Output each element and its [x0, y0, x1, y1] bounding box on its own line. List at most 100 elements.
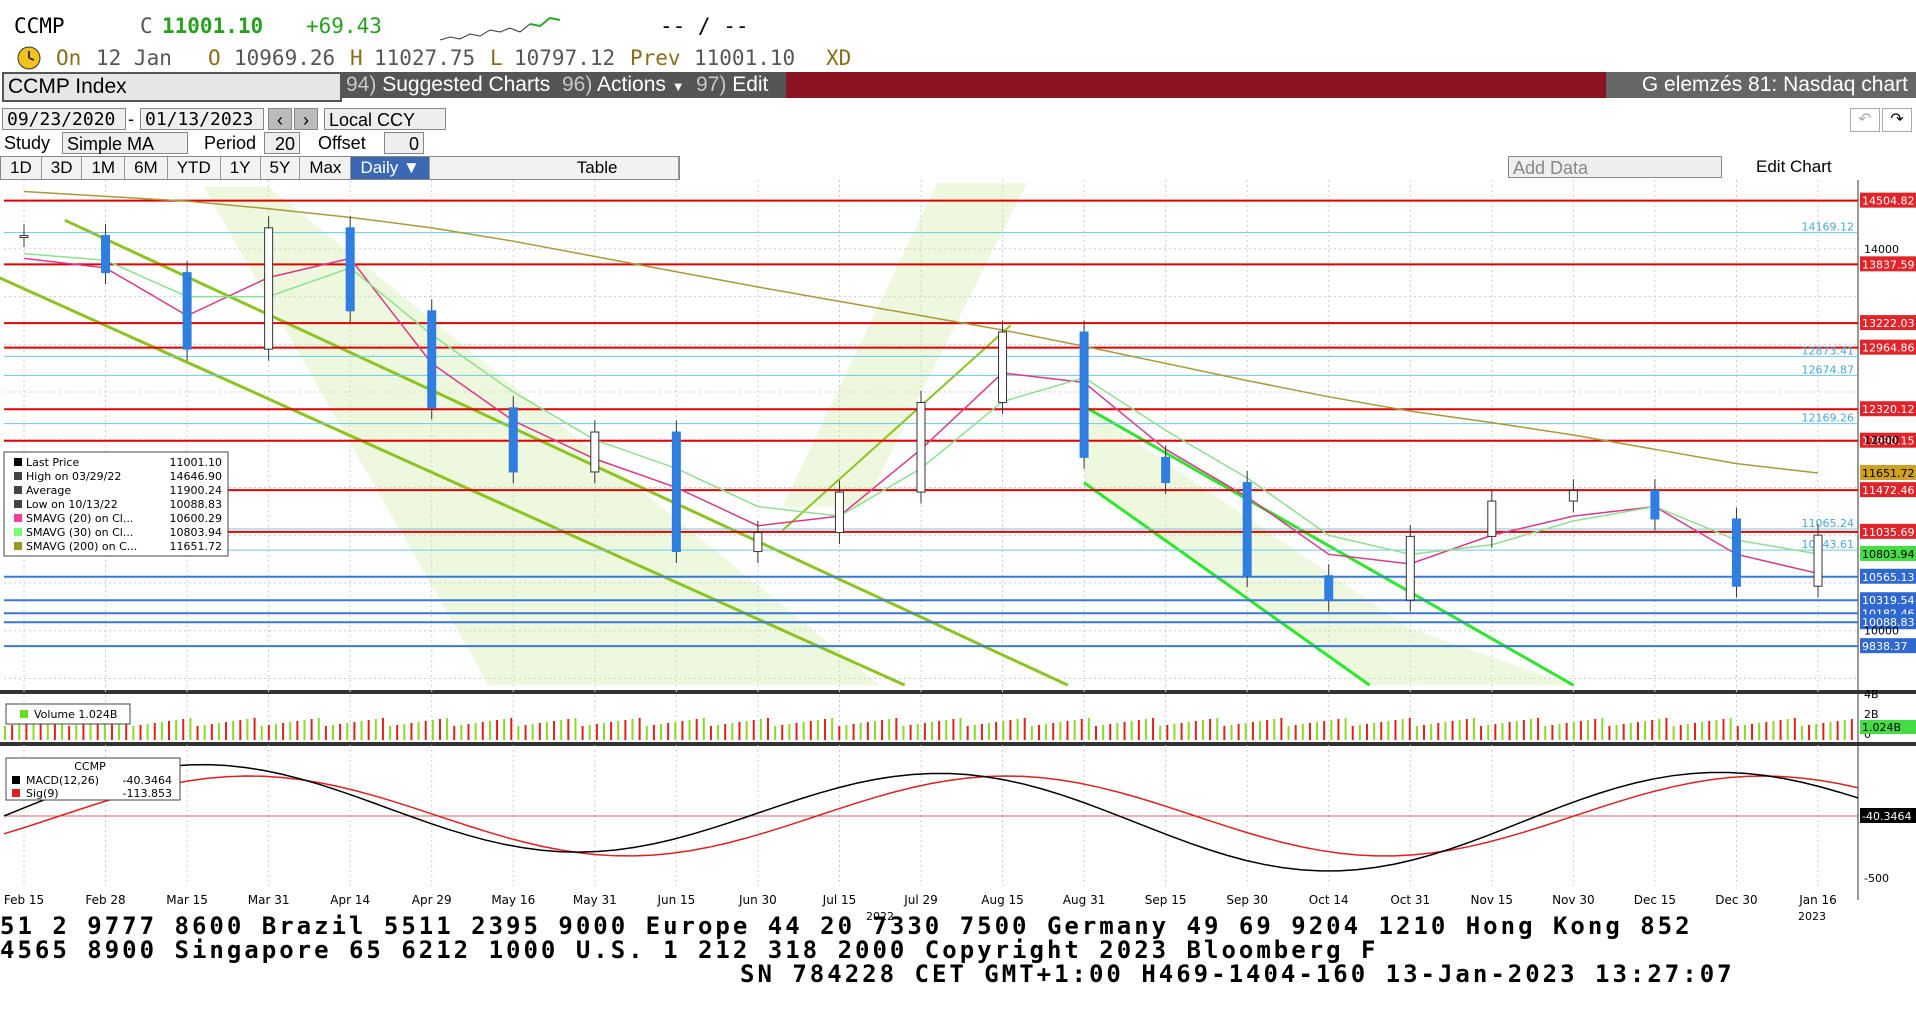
range-1y-button[interactable]: 1Y: [221, 157, 261, 179]
volume-bar: [1451, 721, 1454, 740]
volume-bar: [1430, 724, 1433, 740]
menu-number: 97): [696, 73, 727, 96]
volume-bar: [82, 724, 85, 740]
range-6m-button[interactable]: 6M: [125, 157, 168, 179]
volume-bar: [310, 719, 313, 740]
candle-body: [671, 431, 681, 553]
volume-bar: [460, 725, 463, 740]
add-data-field[interactable]: Add Data: [1508, 156, 1722, 178]
volume-bar: [1758, 723, 1761, 740]
date-tick-label: Dec 30: [1715, 893, 1757, 907]
level-tag-label: 12320.12: [1862, 403, 1915, 416]
volume-bar: [1023, 718, 1026, 740]
volume-bar: [324, 726, 327, 740]
date-tick-label: May 16: [491, 893, 535, 907]
volume-bar: [816, 720, 819, 740]
start-date-field[interactable]: 09/23/2020: [2, 108, 126, 130]
edit-chart-button[interactable]: Edit Chart: [1756, 156, 1832, 178]
volume-bar: [339, 724, 342, 740]
volume-bar: [18, 724, 21, 740]
candle-body: [1813, 534, 1823, 587]
volume-bar: [139, 725, 142, 740]
range-ytd-button[interactable]: YTD: [168, 157, 221, 179]
actions-button[interactable]: 96) Actions ▼: [556, 72, 696, 98]
volume-bar: [895, 718, 898, 740]
volume-bar: [631, 719, 634, 740]
range-3d-button[interactable]: 3D: [42, 157, 83, 179]
prev-arrow-button[interactable]: ‹: [268, 108, 292, 130]
volume-bar: [567, 719, 570, 740]
volume-bar: [931, 722, 933, 740]
volume-bar: [866, 722, 869, 740]
volume-bar: [660, 724, 663, 740]
volume-bar: [759, 719, 762, 740]
date-tick-label: Apr 14: [330, 893, 370, 907]
volume-bar: [1537, 718, 1540, 740]
volume-bar: [610, 722, 613, 740]
candle-body: [182, 272, 192, 350]
date-tick-label: Nov 30: [1552, 893, 1595, 907]
volume-bar: [1230, 725, 1233, 740]
volume-bar: [1708, 721, 1711, 740]
level-tag-label: 9838.37: [1862, 640, 1908, 653]
footer-line-3: SN 784228 CET GMT+1:00 H469-1404-160 13-…: [740, 960, 1735, 988]
table-button[interactable]: Table: [568, 157, 679, 179]
volume-bar: [873, 721, 876, 740]
volume-bar: [1615, 725, 1618, 740]
volume-bar: [410, 723, 413, 740]
legend-swatch: [14, 458, 22, 466]
volume-bar: [89, 723, 92, 740]
volume-bar: [1380, 722, 1383, 740]
volume-bar: [1052, 723, 1055, 740]
prev-label: Prev: [630, 46, 681, 70]
offset-label: Offset: [318, 133, 366, 153]
study-select[interactable]: Simple MA: [62, 132, 188, 154]
volume-bar: [959, 718, 962, 740]
volume-bar: [1508, 722, 1511, 740]
volume-bar: [1558, 724, 1561, 740]
volume-bar: [1494, 724, 1497, 740]
candle-body: [916, 401, 926, 493]
next-arrow-button[interactable]: ›: [294, 108, 318, 130]
volume-bar: [175, 720, 178, 740]
redo-icon[interactable]: ↷: [1882, 108, 1912, 132]
suggested-charts-button[interactable]: 94) Suggested Charts: [340, 72, 562, 98]
volume-bar: [1629, 723, 1632, 740]
volume-bar: [1786, 719, 1789, 740]
date-tick-label: Aug 31: [1063, 893, 1106, 907]
volume-bar: [1736, 726, 1739, 740]
volume-bar: [4, 726, 6, 740]
offset-field[interactable]: 0: [384, 132, 424, 154]
legend-swatch: [14, 500, 22, 508]
range-max-button[interactable]: Max: [300, 157, 352, 179]
volume-bar: [988, 723, 991, 740]
range-1d-button[interactable]: 1D: [1, 157, 42, 179]
undo-icon[interactable]: ↶: [1850, 108, 1880, 132]
volume-bar: [260, 726, 263, 740]
price-chart[interactable]: 14504.82 14169.12 13837.59 13222.03 12964.86…: [0, 180, 1916, 940]
volume-bar: [638, 718, 641, 740]
level-tag-label: 10803.94: [1862, 548, 1915, 561]
period-field[interactable]: 20: [264, 132, 300, 154]
currency-select[interactable]: Local CCY: [324, 108, 446, 130]
volume-bar: [1672, 726, 1675, 740]
volume-bar: [574, 718, 577, 740]
security-input[interactable]: CCMP Index: [2, 72, 342, 102]
legend-item-value: 11001.10: [170, 456, 223, 469]
legend-item-label: Last Price: [26, 456, 79, 469]
menu-number: 94): [346, 73, 377, 96]
volume-bar: [1722, 719, 1725, 740]
volume-bar: [788, 724, 791, 740]
volume-bar: [845, 725, 848, 740]
range-5y-button[interactable]: 5Y: [261, 157, 301, 179]
range-1m-button[interactable]: 1M: [82, 157, 126, 179]
volume-bar: [1180, 723, 1183, 740]
volume-bar: [417, 722, 420, 740]
end-date-field[interactable]: 01/13/2023: [140, 108, 264, 130]
legend-item-value: 10600.29: [170, 512, 223, 525]
volume-bar: [838, 726, 841, 740]
level-tag-label: 12964.86: [1862, 342, 1915, 355]
frequency-select[interactable]: Daily ▼: [351, 157, 430, 179]
volume-bar: [1244, 723, 1247, 740]
edit-button[interactable]: 97) Edit ▼: [690, 72, 790, 120]
